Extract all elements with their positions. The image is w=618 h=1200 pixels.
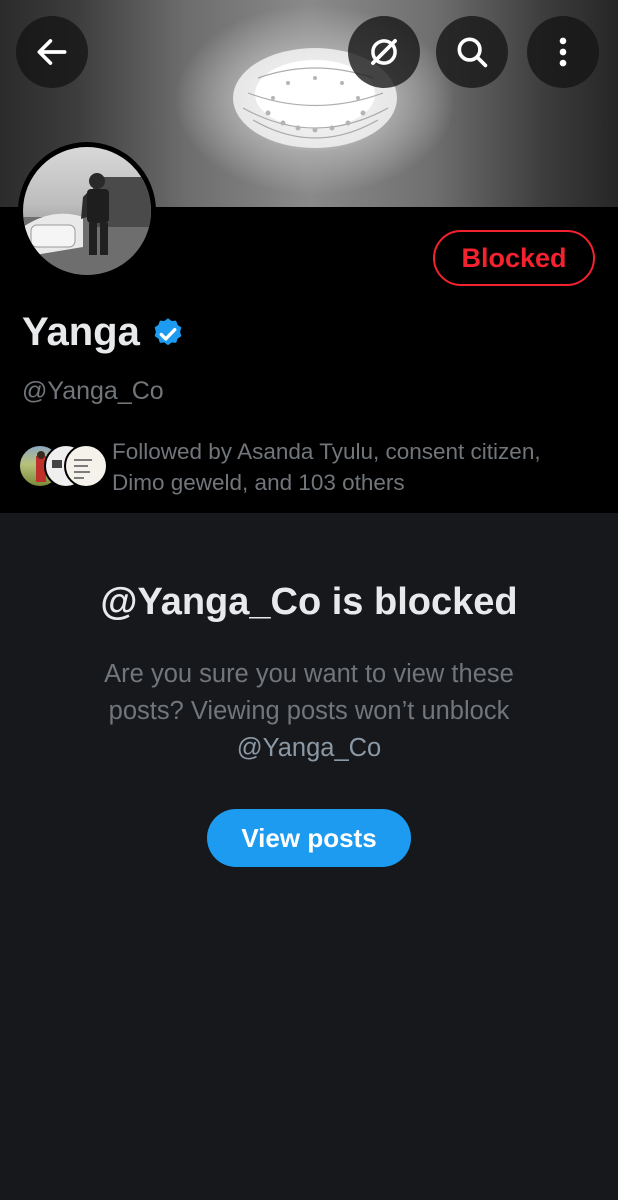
display-name: Yanga: [22, 310, 140, 354]
blocked-message: Are you sure you want to view these post…: [70, 656, 548, 767]
grok-button[interactable]: [348, 16, 420, 88]
blocked-button[interactable]: Blocked: [433, 230, 595, 286]
search-icon: [457, 37, 488, 68]
verified-badge-icon: [154, 318, 182, 346]
avatar[interactable]: [18, 142, 156, 280]
back-button[interactable]: [16, 16, 88, 88]
blocked-message-handle[interactable]: @Yanga_Co: [70, 730, 548, 767]
followed-by-text[interactable]: Followed by Asanda Tyulu, consent citize…: [112, 436, 592, 498]
avatar-photo: [23, 173, 151, 275]
profile-handle: @Yanga_Co: [22, 377, 164, 405]
arrow-left-icon: [37, 39, 67, 65]
blocked-message-line: Are you sure you want to view these: [104, 660, 514, 688]
more-button[interactable]: [527, 16, 599, 88]
blocked-message-line: posts? Viewing posts won’t unblock: [108, 697, 510, 725]
followers-avatars[interactable]: [18, 444, 108, 490]
follower-avatar: [64, 444, 108, 488]
view-posts-button[interactable]: View posts: [207, 809, 411, 867]
blocked-title: @Yanga_Co is blocked: [100, 581, 518, 623]
search-button[interactable]: [436, 16, 508, 88]
grok-icon: [371, 39, 397, 65]
more-vertical-icon: [559, 37, 567, 67]
